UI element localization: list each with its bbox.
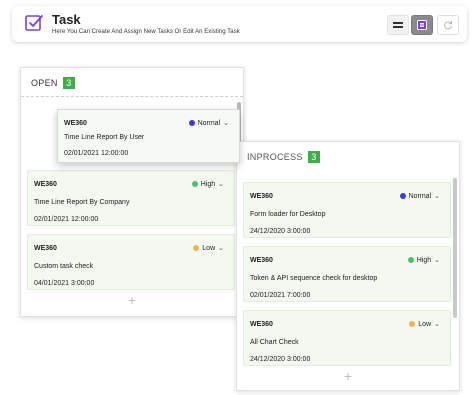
priority-label: Normal xyxy=(197,119,221,127)
page-header: Task Here You Can Create And Assign New … xyxy=(12,6,467,42)
priority-dropdown[interactable]: High ⌄ xyxy=(407,256,440,264)
chevron-down-icon: ⌄ xyxy=(223,120,229,127)
page-title: Task xyxy=(52,12,81,27)
task-card[interactable]: WE360 Low ⌄ Custom task check 04/01/2021… xyxy=(27,234,235,290)
priority-dot xyxy=(191,181,198,187)
column-inprocess: INPROCESS 3 WE360 Normal ⌄ Form loader f… xyxy=(236,141,460,391)
column-title: INPROCESS xyxy=(247,152,303,162)
priority-label: Low xyxy=(418,320,432,328)
chevron-down-icon: ⌄ xyxy=(218,181,224,188)
dragging-task-card[interactable]: WE360 Normal ⌄ Time Line Report By User … xyxy=(57,109,240,163)
column-header: INPROCESS 3 xyxy=(247,151,320,163)
task-card[interactable]: WE360 High ⌄ Time Line Report By Company… xyxy=(27,170,235,226)
board-view-icon xyxy=(417,20,427,30)
task-code: WE360 xyxy=(64,120,87,127)
priority-label: Low xyxy=(202,244,216,252)
refresh-button[interactable] xyxy=(437,15,459,35)
column-title: OPEN xyxy=(31,78,58,88)
page-subtitle: Here You Can Create And Assign New Tasks… xyxy=(52,29,240,35)
priority-dot xyxy=(409,321,416,327)
task-date: 02/01/2021 12:00:00 xyxy=(64,150,129,157)
priority-dot xyxy=(193,245,200,251)
task-name: Form loader for Desktop xyxy=(250,211,326,218)
priority-dot xyxy=(188,120,195,126)
task-date: 02/01/2021 12:00:00 xyxy=(34,216,99,223)
task-name: Time Line Report By Company xyxy=(34,199,130,206)
task-code: WE360 xyxy=(250,321,273,328)
task-date: 02/01/2021 7:00:00 xyxy=(250,292,311,299)
list-view-button[interactable] xyxy=(387,15,409,35)
priority-dropdown[interactable]: Normal ⌄ xyxy=(399,192,440,200)
task-date: 24/12/2020 3:00:00 xyxy=(250,356,311,363)
count-badge: 3 xyxy=(307,151,320,163)
list-view-icon xyxy=(393,22,403,28)
task-date: 04/01/2021 3:00:00 xyxy=(34,280,95,287)
column-header: OPEN 3 xyxy=(31,77,75,89)
column-open: OPEN 3 WE360 High ⌄ Time Line Report By … xyxy=(20,67,244,317)
task-name: Custom task check xyxy=(34,263,94,270)
edit-square-icon xyxy=(25,15,43,31)
task-code: WE360 xyxy=(34,181,57,188)
task-card[interactable]: WE360 High ⌄ Token & API sequence check … xyxy=(243,246,451,302)
priority-dot xyxy=(399,193,406,199)
task-name: Token & API sequence check for desktop xyxy=(250,275,378,282)
priority-dropdown[interactable]: High ⌄ xyxy=(191,180,224,188)
chevron-down-icon: ⌄ xyxy=(434,321,440,328)
task-date: 24/12/2020 3:00:00 xyxy=(250,228,311,235)
task-name: All Chart Check xyxy=(250,339,299,346)
add-task-button[interactable]: + xyxy=(21,292,243,308)
chevron-down-icon: ⌄ xyxy=(434,193,440,200)
priority-label: High xyxy=(416,256,432,264)
priority-label: High xyxy=(200,180,216,188)
count-badge: 3 xyxy=(62,77,75,89)
chevron-down-icon: ⌄ xyxy=(218,245,224,252)
column-divider xyxy=(21,96,243,97)
priority-dropdown[interactable]: Low ⌄ xyxy=(193,244,224,252)
task-name: Time Line Report By User xyxy=(64,134,145,141)
task-code: WE360 xyxy=(34,245,57,252)
task-code: WE360 xyxy=(250,193,273,200)
priority-dropdown[interactable]: Normal ⌄ xyxy=(188,119,229,127)
priority-dropdown[interactable]: Low ⌄ xyxy=(409,320,440,328)
scrollbar[interactable] xyxy=(453,178,457,318)
refresh-icon xyxy=(444,21,452,30)
add-task-button[interactable]: + xyxy=(237,368,459,384)
task-card[interactable]: WE360 Normal ⌄ Form loader for Desktop 2… xyxy=(243,182,451,238)
task-code: WE360 xyxy=(250,257,273,264)
chevron-down-icon: ⌄ xyxy=(434,257,440,264)
board-view-button[interactable] xyxy=(411,15,433,35)
priority-label: Normal xyxy=(408,192,432,200)
task-card[interactable]: WE360 Low ⌄ All Chart Check 24/12/2020 3… xyxy=(243,310,451,366)
priority-dot xyxy=(407,257,414,263)
